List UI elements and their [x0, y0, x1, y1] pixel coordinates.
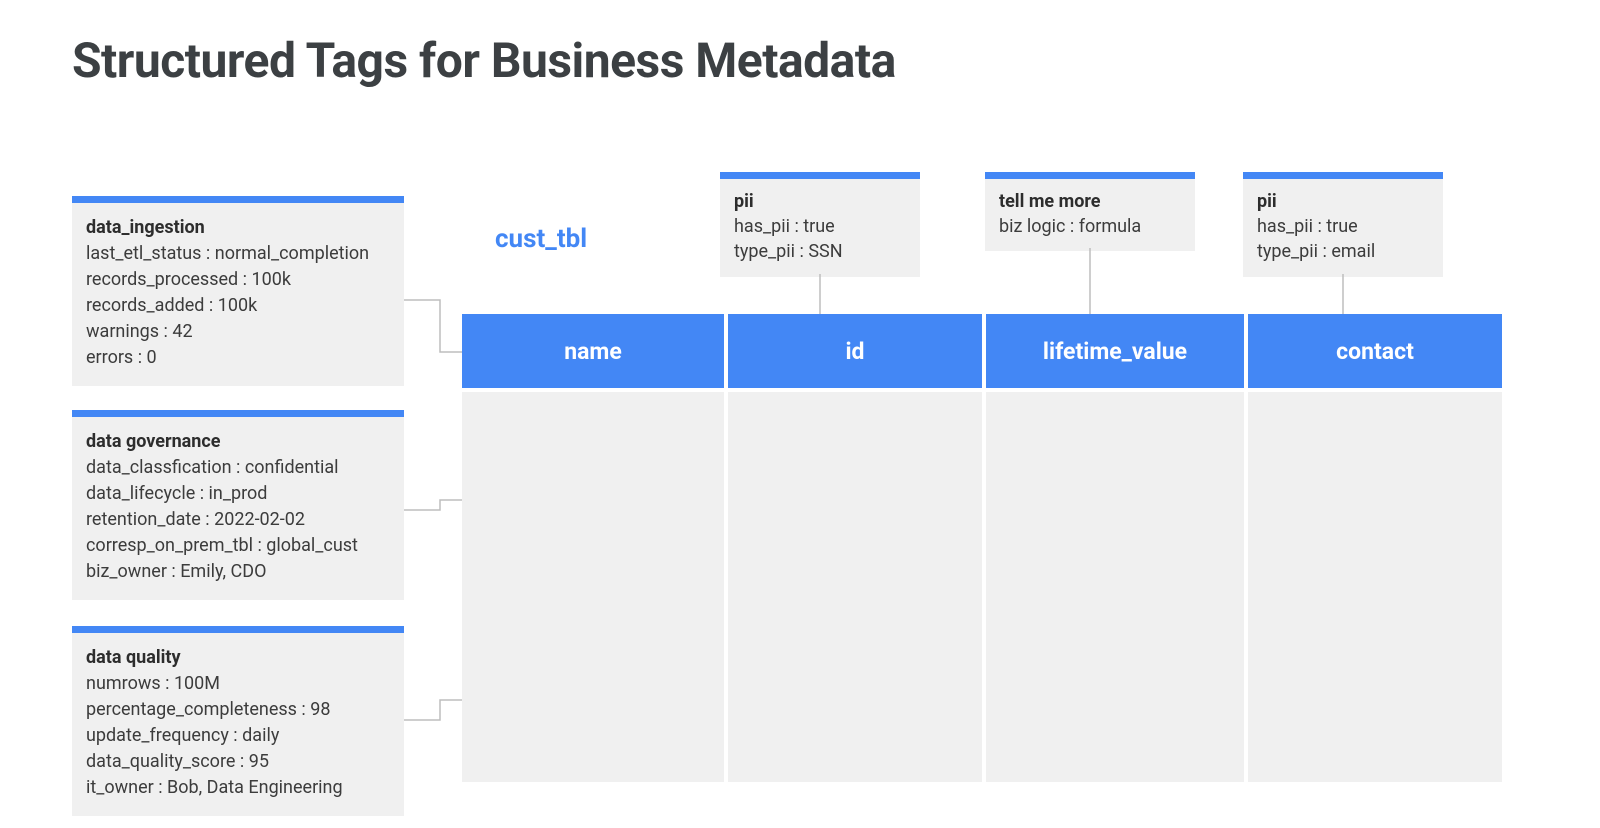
tag-card-data-governance: data governance data_classfication : con…: [72, 410, 404, 600]
table-name-label: cust_tbl: [495, 224, 587, 254]
table-body-name: [462, 392, 724, 782]
table-header-contact: contact: [1248, 314, 1502, 388]
table-body-id: [728, 392, 982, 782]
tag-title: data_ingestion: [86, 215, 390, 241]
tag-row: last_etl_status : normal_completion: [86, 241, 390, 267]
table-header-id: id: [728, 314, 982, 388]
column-tag-contact: pii has_pii : true type_pii : email: [1243, 172, 1443, 277]
tag-row: data_lifecycle : in_prod: [86, 481, 390, 507]
tag-row: numrows : 100M: [86, 671, 390, 697]
table-header-lifetime-value: lifetime_value: [986, 314, 1244, 388]
tag-row: biz logic : formula: [999, 214, 1181, 239]
tag-row: update_frequency : daily: [86, 723, 390, 749]
tag-title: pii: [734, 189, 906, 214]
tag-row: retention_date : 2022-02-02: [86, 507, 390, 533]
column-tag-lifetime-value: tell me more biz logic : formula: [985, 172, 1195, 251]
tag-row: type_pii : SSN: [734, 239, 906, 264]
page-title: Structured Tags for Business Metadata: [72, 32, 896, 89]
tag-row: warnings : 42: [86, 319, 390, 345]
tag-title: pii: [1257, 189, 1429, 214]
table-header-name: name: [462, 314, 724, 388]
tag-row: biz_owner : Emily, CDO: [86, 559, 390, 585]
tag-card-data-quality: data quality numrows : 100M percentage_c…: [72, 626, 404, 816]
tag-row: type_pii : email: [1257, 239, 1429, 264]
tag-row: has_pii : true: [1257, 214, 1429, 239]
tag-row: percentage_completeness : 98: [86, 697, 390, 723]
tag-row: records_added : 100k: [86, 293, 390, 319]
tag-row: it_owner : Bob, Data Engineering: [86, 775, 390, 801]
tag-row: data_quality_score : 95: [86, 749, 390, 775]
tag-row: records_processed : 100k: [86, 267, 390, 293]
tag-title: data quality: [86, 645, 390, 671]
column-tag-id: pii has_pii : true type_pii : SSN: [720, 172, 920, 277]
tag-row: corresp_on_prem_tbl : global_cust: [86, 533, 390, 559]
tag-card-data-ingestion: data_ingestion last_etl_status : normal_…: [72, 196, 404, 386]
tag-row: data_classfication : confidential: [86, 455, 390, 481]
tag-title: data governance: [86, 429, 390, 455]
table-body-contact: [1248, 392, 1502, 782]
table-body-lifetime-value: [986, 392, 1244, 782]
tag-title: tell me more: [999, 189, 1181, 214]
tag-row: errors : 0: [86, 345, 390, 371]
tag-row: has_pii : true: [734, 214, 906, 239]
